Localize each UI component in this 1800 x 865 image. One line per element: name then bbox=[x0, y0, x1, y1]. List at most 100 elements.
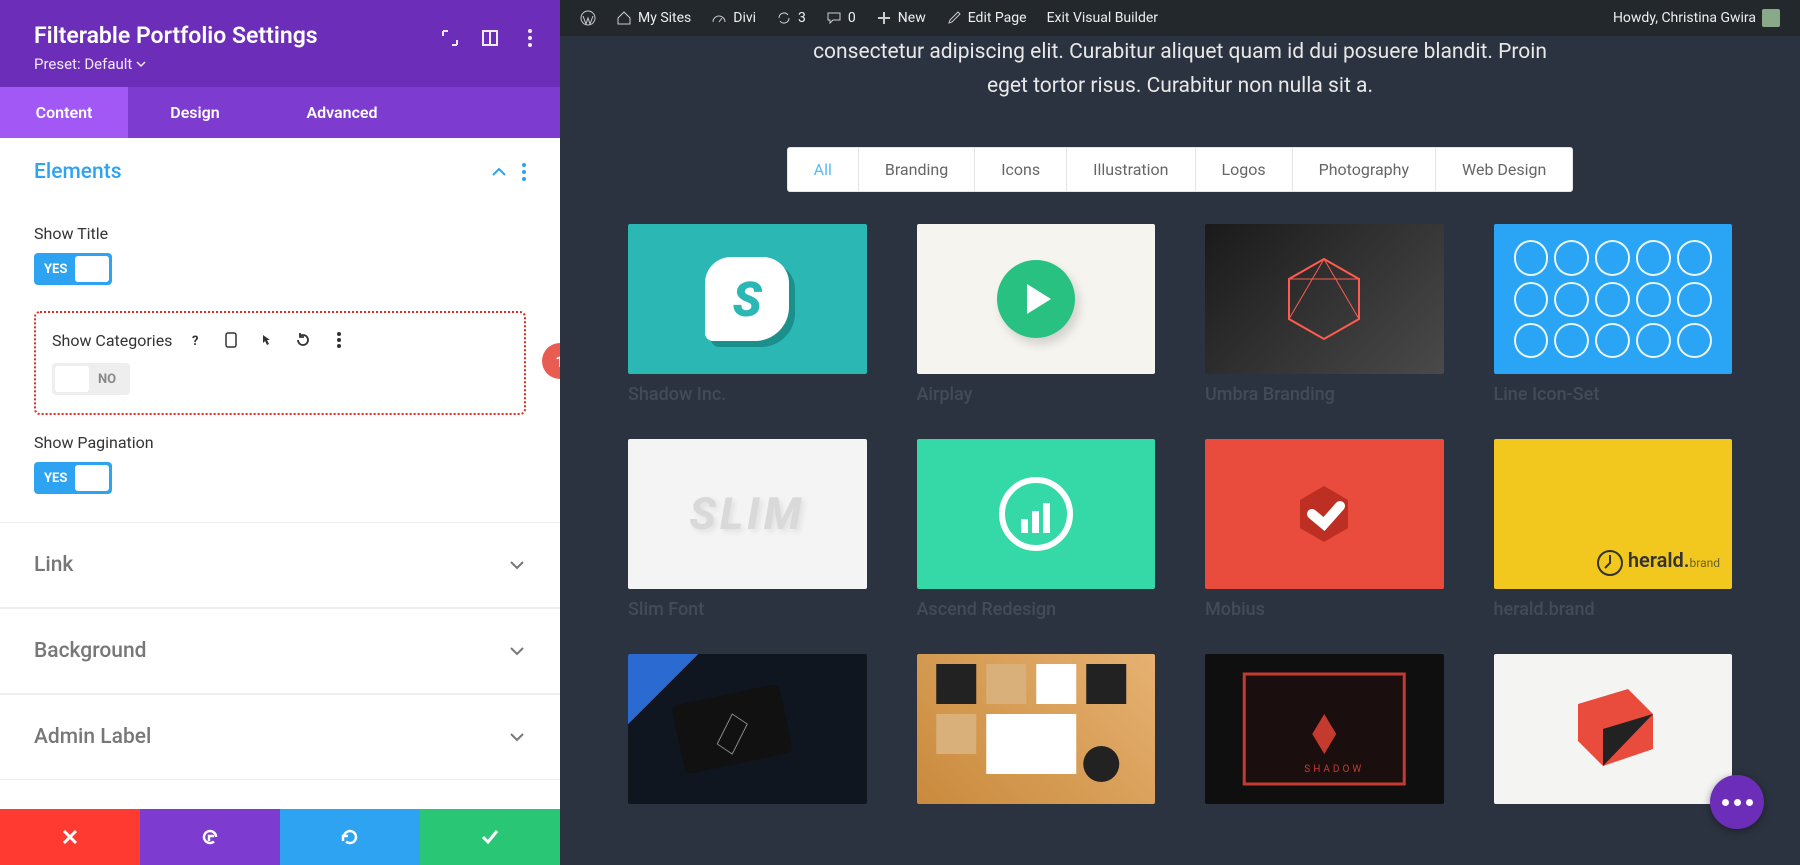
toggle-value: NO bbox=[98, 372, 116, 387]
portfolio-item[interactable]: S Shadow Inc. bbox=[628, 224, 867, 405]
portfolio-item[interactable]: SLIM Slim Font bbox=[628, 439, 867, 620]
portfolio-item[interactable] bbox=[628, 654, 867, 804]
gauge-icon bbox=[711, 10, 727, 26]
edit-page[interactable]: Edit Page bbox=[936, 10, 1037, 26]
filter-logos[interactable]: Logos bbox=[1196, 148, 1293, 191]
help-icon[interactable]: ? bbox=[182, 327, 208, 353]
section-elements-head[interactable]: Elements bbox=[0, 138, 560, 206]
label: 3 bbox=[798, 10, 806, 26]
home-icon bbox=[616, 10, 632, 26]
settings-panel: Filterable Portfolio Settings Preset: De… bbox=[0, 0, 560, 865]
field-show-pagination: Show Pagination YES bbox=[34, 433, 526, 494]
portfolio-item[interactable] bbox=[1494, 654, 1733, 804]
section-title: Background bbox=[34, 639, 146, 663]
tab-design[interactable]: Design bbox=[128, 87, 262, 138]
item-title: Airplay bbox=[917, 384, 1156, 405]
label: Howdy, Christina Gwira bbox=[1613, 10, 1756, 26]
tab-advanced[interactable]: Advanced bbox=[262, 87, 422, 138]
filter-web-design[interactable]: Web Design bbox=[1436, 148, 1572, 191]
field-show-title: Show Title YES bbox=[34, 224, 526, 285]
thumbnail: SHADOW bbox=[1205, 654, 1444, 804]
toggle-show-pagination[interactable]: YES bbox=[34, 462, 112, 494]
updates[interactable]: 3 bbox=[766, 10, 816, 26]
hover-icon[interactable] bbox=[254, 327, 280, 353]
section-admin-label: Admin Label bbox=[0, 694, 560, 780]
portfolio-item[interactable]: SHADOW bbox=[1205, 654, 1444, 804]
thumbnail: SLIM bbox=[628, 439, 867, 589]
thumbnail bbox=[1494, 654, 1733, 804]
preset-picker[interactable]: Preset: Default bbox=[34, 55, 146, 73]
section-background: Background bbox=[0, 608, 560, 694]
item-title: Umbra Branding bbox=[1205, 384, 1444, 405]
portfolio-item[interactable]: Ascend Redesign bbox=[917, 439, 1156, 620]
section-elements-body: Show Title YES Show Categories ? N bbox=[0, 224, 560, 522]
lorem-text: consectetur adipiscing elit. Curabitur a… bbox=[600, 36, 1760, 121]
section-link-head[interactable]: Link bbox=[0, 523, 560, 608]
item-title: Shadow Inc. bbox=[628, 384, 867, 405]
toggle-value: YES bbox=[44, 262, 67, 277]
preset-label: Preset: Default bbox=[34, 55, 132, 73]
filter-photography[interactable]: Photography bbox=[1293, 148, 1436, 191]
site-name[interactable]: Divi bbox=[701, 10, 766, 26]
filter-illustration[interactable]: Illustration bbox=[1067, 148, 1195, 191]
item-title: Slim Font bbox=[628, 599, 867, 620]
kebab-icon[interactable] bbox=[522, 163, 526, 181]
svg-text:?: ? bbox=[192, 334, 198, 347]
wp-logo[interactable] bbox=[570, 10, 606, 26]
item-title: Mobius bbox=[1205, 599, 1444, 620]
builder-fab[interactable] bbox=[1710, 775, 1764, 829]
caret-down-icon bbox=[136, 59, 146, 69]
reset-icon[interactable] bbox=[290, 327, 316, 353]
chevron-down-icon bbox=[508, 642, 526, 660]
exit-visual-builder[interactable]: Exit Visual Builder bbox=[1037, 10, 1168, 26]
filter-all[interactable]: All bbox=[788, 148, 859, 191]
portfolio-item[interactable]: Mobius bbox=[1205, 439, 1444, 620]
portfolio-item[interactable] bbox=[917, 654, 1156, 804]
thumbnail bbox=[917, 224, 1156, 374]
kebab-icon[interactable] bbox=[326, 327, 352, 353]
undo-icon bbox=[200, 827, 220, 847]
callout-badge: 1 bbox=[542, 343, 560, 379]
portfolio-item[interactable]: herald.brand herald.brand bbox=[1494, 439, 1733, 620]
chevron-up-icon bbox=[490, 163, 508, 181]
grid-icon[interactable] bbox=[480, 28, 500, 48]
item-title: Line Icon-Set bbox=[1494, 384, 1733, 405]
howdy-user[interactable]: Howdy, Christina Gwira bbox=[1603, 9, 1790, 27]
section-title: Link bbox=[34, 553, 73, 577]
item-title: herald.brand bbox=[1494, 599, 1733, 620]
portfolio-filter: All Branding Icons Illustration Logos Ph… bbox=[600, 147, 1760, 192]
portfolio-item[interactable]: Line Icon-Set bbox=[1494, 224, 1733, 405]
filter-branding[interactable]: Branding bbox=[859, 148, 975, 191]
portfolio-item[interactable]: Umbra Branding bbox=[1205, 224, 1444, 405]
label: Exit Visual Builder bbox=[1047, 10, 1158, 26]
filter-icons[interactable]: Icons bbox=[975, 148, 1067, 191]
thumbnail bbox=[917, 439, 1156, 589]
toggle-show-categories[interactable]: NO bbox=[52, 363, 130, 395]
kebab-icon[interactable] bbox=[520, 28, 540, 48]
expand-icon[interactable] bbox=[440, 28, 460, 48]
comments[interactable]: 0 bbox=[816, 10, 866, 26]
section-background-head[interactable]: Background bbox=[0, 609, 560, 694]
redo-button[interactable] bbox=[280, 809, 420, 865]
comment-icon bbox=[826, 10, 842, 26]
portfolio-grid: S Shadow Inc. Airplay Umbra Branding Lin… bbox=[600, 224, 1760, 804]
tab-content[interactable]: Content bbox=[0, 87, 128, 138]
close-icon bbox=[61, 828, 79, 846]
refresh-icon bbox=[776, 10, 792, 26]
device-icon[interactable] bbox=[218, 327, 244, 353]
label: Edit Page bbox=[968, 10, 1027, 26]
section-admin-label-head[interactable]: Admin Label bbox=[0, 695, 560, 780]
preview-area: My Sites Divi 3 0 New Edit Page Exit Vis… bbox=[560, 0, 1800, 865]
thumbnail bbox=[1494, 224, 1733, 374]
pencil-icon bbox=[946, 10, 962, 26]
toggle-show-title[interactable]: YES bbox=[34, 253, 112, 285]
avatar bbox=[1762, 9, 1780, 27]
undo-button[interactable] bbox=[140, 809, 280, 865]
label: New bbox=[898, 10, 926, 26]
portfolio-item[interactable]: Airplay bbox=[917, 224, 1156, 405]
my-sites[interactable]: My Sites bbox=[606, 10, 701, 26]
item-title: Ascend Redesign bbox=[917, 599, 1156, 620]
new[interactable]: New bbox=[866, 10, 936, 26]
cancel-button[interactable] bbox=[0, 809, 140, 865]
save-button[interactable] bbox=[420, 809, 560, 865]
